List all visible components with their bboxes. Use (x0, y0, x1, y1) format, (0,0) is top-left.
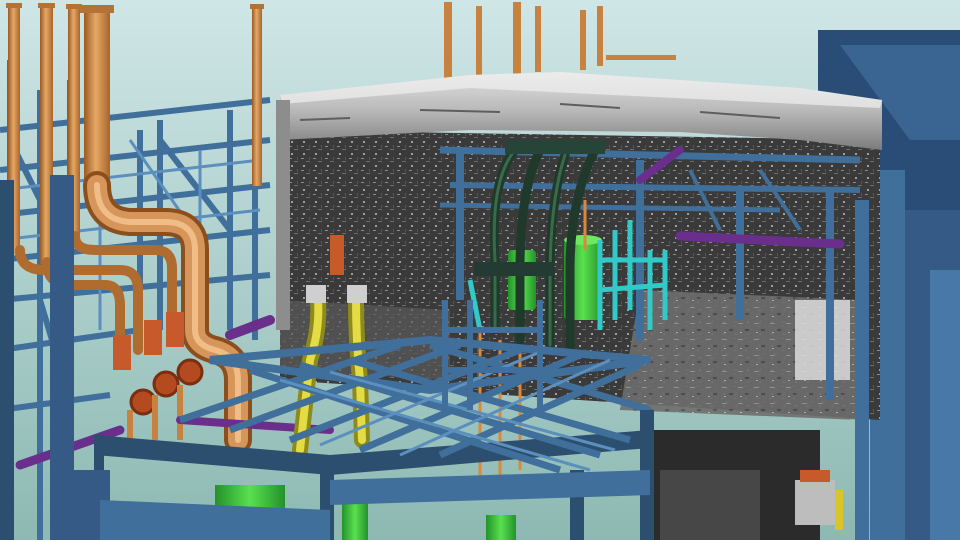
plant-3d-model-scene (0, 0, 960, 540)
left-foreground-column (50, 175, 74, 540)
left-foreground-column-2 (0, 180, 14, 540)
